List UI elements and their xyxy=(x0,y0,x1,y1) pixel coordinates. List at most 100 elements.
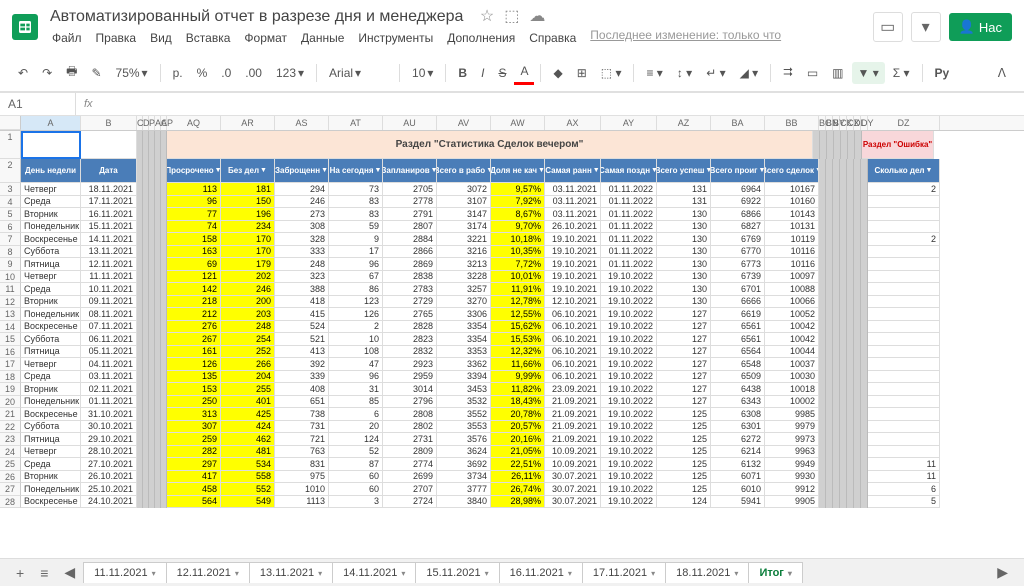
present-icon[interactable]: ▾ xyxy=(911,12,941,42)
menu-data[interactable]: Данные xyxy=(295,28,350,48)
ru-button[interactable]: Ру xyxy=(929,62,956,84)
sheet-tab[interactable]: 18.11.2021 ▾ xyxy=(665,562,749,583)
table-row[interactable]: 15 Суббота 06.11.2021 267 254 521 10 282… xyxy=(0,333,1024,346)
table-row[interactable]: 5 Вторник 16.11.2021 77 196 273 83 2791 … xyxy=(0,208,1024,221)
table-row[interactable]: 4 Среда 17.11.2021 96 150 246 83 2778 31… xyxy=(0,196,1024,209)
text-color-button[interactable]: A xyxy=(514,60,534,85)
filter-button[interactable]: ▼ ▾ xyxy=(852,62,885,84)
functions-button[interactable]: Σ ▾ xyxy=(887,62,916,84)
halign-button[interactable]: ≡ ▾ xyxy=(640,62,668,84)
scroll-left-button[interactable]: ◀ xyxy=(56,560,83,585)
collapse-toolbar-button[interactable]: ᐱ xyxy=(992,62,1012,84)
col-ba[interactable]: Всего проиг▼ xyxy=(711,159,765,183)
table-row[interactable]: 3 Четверг 18.11.2021 113 181 294 73 2705… xyxy=(0,183,1024,196)
table-row[interactable]: 9 Пятница 12.11.2021 69 179 248 96 2869 … xyxy=(0,258,1024,271)
table-row[interactable]: 12 Вторник 09.11.2021 218 200 418 123 27… xyxy=(0,296,1024,309)
dec-decimal-button[interactable]: .0 xyxy=(215,62,237,84)
col-aq[interactable]: Просрочено▼ xyxy=(167,159,221,183)
add-sheet-button[interactable]: + xyxy=(8,561,32,585)
format-select[interactable]: 123 ▾ xyxy=(270,62,310,84)
col-dz[interactable]: Сколько дел▼ xyxy=(868,159,940,183)
menu-edit[interactable]: Правка xyxy=(90,28,143,48)
cloud-icon[interactable]: ☁ xyxy=(529,6,545,26)
table-row[interactable]: 14 Воскресенье 07.11.2021 276 248 524 2 … xyxy=(0,321,1024,334)
sheet-tab[interactable]: 11.11.2021 ▾ xyxy=(83,562,166,583)
all-sheets-button[interactable]: ≡ xyxy=(32,561,56,585)
table-row[interactable]: 21 Воскресенье 31.10.2021 313 425 738 6 … xyxy=(0,408,1024,421)
comments-icon[interactable]: ▭ xyxy=(873,12,903,42)
sheet-tab[interactable]: 14.11.2021 ▾ xyxy=(332,562,416,583)
wrap-button[interactable]: ↵ ▾ xyxy=(700,62,731,84)
sheets-logo[interactable] xyxy=(12,14,38,40)
valign-button[interactable]: ↕ ▾ xyxy=(671,62,698,84)
percent-button[interactable]: % xyxy=(191,62,214,84)
paint-format-button[interactable]: ✎ xyxy=(85,62,107,84)
borders-button[interactable]: ⊞ xyxy=(571,62,593,84)
table-row[interactable]: 17 Четверг 04.11.2021 126 266 392 47 292… xyxy=(0,358,1024,371)
sheet-tab[interactable]: 15.11.2021 ▾ xyxy=(415,562,499,583)
comment-button[interactable]: ▭ xyxy=(801,62,824,84)
spreadsheet-grid[interactable]: A B CDPACAP AQ AR AS AT AU AV AW AX AY A… xyxy=(0,116,1024,576)
col-au[interactable]: Запланиров▼ xyxy=(383,159,437,183)
doc-title[interactable]: Автоматизированный отчет в разрезе дня и… xyxy=(46,6,467,27)
redo-button[interactable]: ↷ xyxy=(36,62,58,84)
table-row[interactable]: 23 Пятница 29.10.2021 259 462 721 124 27… xyxy=(0,433,1024,446)
table-row[interactable]: 20 Понедельник 01.11.2021 250 401 651 85… xyxy=(0,396,1024,409)
table-row[interactable]: 18 Среда 03.11.2021 135 204 339 96 2959 … xyxy=(0,371,1024,384)
table-row[interactable]: 25 Среда 27.10.2021 297 534 831 87 2774 … xyxy=(0,458,1024,471)
zoom-select[interactable]: 75% ▾ xyxy=(110,62,154,84)
cell-A1[interactable] xyxy=(21,131,81,159)
menu-format[interactable]: Формат xyxy=(238,28,293,48)
bold-button[interactable]: B xyxy=(452,62,473,84)
table-row[interactable]: 28 Воскресенье 24.10.2021 564 549 1113 3… xyxy=(0,496,1024,509)
sheet-tab[interactable]: 13.11.2021 ▾ xyxy=(249,562,333,583)
col-bb[interactable]: Всего сделок▼ xyxy=(765,159,819,183)
print-button[interactable]: 🖶 xyxy=(60,58,83,87)
table-row[interactable]: 24 Четверг 28.10.2021 282 481 763 52 280… xyxy=(0,446,1024,459)
share-button[interactable]: 👤 Нас xyxy=(949,13,1012,41)
rotate-button[interactable]: ◢ ▾ xyxy=(734,62,765,84)
table-row[interactable]: 13 Понедельник 08.11.2021 212 203 415 12… xyxy=(0,308,1024,321)
table-row[interactable]: 8 Суббота 13.11.2021 163 170 333 17 2866… xyxy=(0,246,1024,259)
table-row[interactable]: 26 Вторник 26.10.2021 417 558 975 60 269… xyxy=(0,471,1024,484)
col-ax[interactable]: Самая ранн▼ xyxy=(545,159,601,183)
font-select[interactable]: Arial ▾ xyxy=(323,62,393,84)
merge-button[interactable]: ⬚ ▾ xyxy=(595,62,628,84)
menu-file[interactable]: Файл xyxy=(46,28,88,48)
currency-button[interactable]: р. xyxy=(167,62,189,84)
col-ay[interactable]: Самая поздн▼ xyxy=(601,159,657,183)
table-row[interactable]: 22 Суббота 30.10.2021 307 424 731 20 280… xyxy=(0,421,1024,434)
sheet-tab[interactable]: 16.11.2021 ▾ xyxy=(499,562,583,583)
inc-decimal-button[interactable]: .00 xyxy=(239,62,268,84)
link-button[interactable]: ⮆ xyxy=(777,61,799,84)
menu-insert[interactable]: Вставка xyxy=(180,28,237,48)
table-row[interactable]: 7 Воскресенье 14.11.2021 158 170 328 9 2… xyxy=(0,233,1024,246)
menu-tools[interactable]: Инструменты xyxy=(352,28,439,48)
menu-addons[interactable]: Дополнения xyxy=(441,28,521,48)
scroll-right-button[interactable]: ▶ xyxy=(989,560,1016,585)
cell-reference[interactable]: A1 xyxy=(0,93,76,115)
col-as[interactable]: Заброщенн▼ xyxy=(275,159,329,183)
col-aw[interactable]: Доля не кач▼ xyxy=(491,159,545,183)
chart-button[interactable]: ▥ xyxy=(826,62,849,84)
menu-help[interactable]: Справка xyxy=(523,28,582,48)
table-row[interactable]: 11 Среда 10.11.2021 142 246 388 86 2783 … xyxy=(0,283,1024,296)
col-day[interactable]: День недели xyxy=(21,159,81,183)
sheet-tab[interactable]: 12.11.2021 ▾ xyxy=(166,562,250,583)
menu-view[interactable]: Вид xyxy=(144,28,178,48)
move-icon[interactable]: ⬚ xyxy=(504,6,519,26)
undo-button[interactable]: ↶ xyxy=(12,62,34,84)
col-az[interactable]: Всего успеш▼ xyxy=(657,159,711,183)
col-ar[interactable]: Без дел▼ xyxy=(221,159,275,183)
table-row[interactable]: 10 Четверг 11.11.2021 121 202 323 67 283… xyxy=(0,271,1024,284)
table-row[interactable]: 6 Понедельник 15.11.2021 74 234 308 59 2… xyxy=(0,221,1024,234)
sheet-tab[interactable]: 17.11.2021 ▾ xyxy=(582,562,666,583)
sheet-tab[interactable]: Итог ▾ xyxy=(748,562,802,583)
col-date[interactable]: Дата xyxy=(81,159,137,183)
table-row[interactable]: 19 Вторник 02.11.2021 153 255 408 31 301… xyxy=(0,383,1024,396)
italic-button[interactable]: I xyxy=(475,62,490,84)
fontsize-select[interactable]: 10 ▾ xyxy=(406,62,439,84)
fill-color-button[interactable]: ◆ xyxy=(547,62,568,84)
table-row[interactable]: 16 Пятница 05.11.2021 161 252 413 108 28… xyxy=(0,346,1024,359)
last-modified[interactable]: Последнее изменение: только что xyxy=(590,28,781,48)
